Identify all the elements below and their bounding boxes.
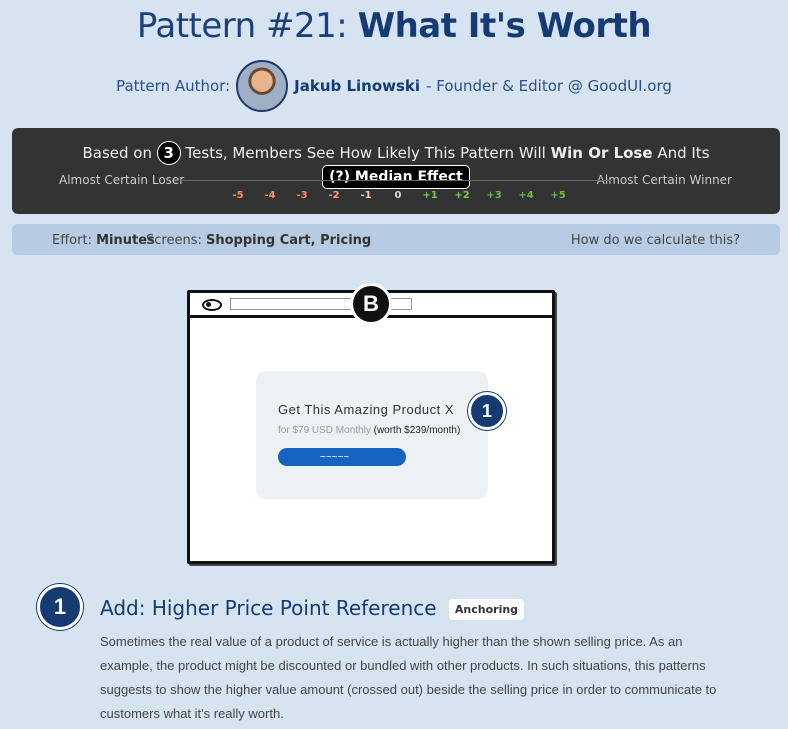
- scale-tick: +1: [422, 190, 438, 201]
- scale-tick: +4: [518, 190, 534, 201]
- scale-tick: 0: [394, 190, 402, 201]
- avatar: [236, 60, 289, 112]
- scale-tick: +2: [454, 190, 470, 201]
- scale-tick: -2: [328, 190, 340, 201]
- product-card: Get This Amazing Product X for $79 USD M…: [256, 371, 488, 499]
- author-label: Pattern Author:: [116, 77, 231, 95]
- effort: Effort: Minutes: [52, 233, 155, 248]
- screens: Screens: Shopping Cart, Pricing: [146, 233, 371, 248]
- scale-tick: +5: [550, 190, 566, 201]
- item-number-badge: 1: [37, 584, 83, 630]
- based-on-text: Based on: [82, 144, 152, 162]
- effort-label: Effort:: [52, 233, 92, 248]
- scale-tick: -3: [296, 190, 308, 201]
- scale-tick: -5: [232, 190, 244, 201]
- median-effect-button[interactable]: (?) Median Effect: [322, 165, 470, 189]
- scale-line: [180, 180, 612, 181]
- tests-count-badge: 3: [156, 141, 181, 165]
- anchoring-tag[interactable]: Anchoring: [448, 599, 525, 620]
- calculate-link[interactable]: How do we calculate this?: [571, 233, 740, 248]
- page-title: Pattern #21: What It's Worth: [0, 6, 788, 46]
- win-lose-text: Win Or Lose: [550, 144, 653, 162]
- scale-tick: +3: [486, 190, 502, 201]
- title-prefix: Pattern #21:: [136, 6, 358, 46]
- scale-tick: -4: [264, 190, 276, 201]
- eye-icon: [202, 299, 222, 311]
- author-role: - Founder & Editor @ GoodUI.org: [426, 77, 672, 95]
- and-its-text: And Its: [657, 144, 710, 162]
- author-name[interactable]: Jakub Linowski: [294, 77, 420, 95]
- variant-badge: B: [350, 283, 392, 325]
- likelihood-panel: Based on 3 Tests, Members See How Likely…: [12, 128, 780, 214]
- item-title-text: Add: Higher Price Point Reference: [100, 596, 437, 620]
- author-row: Pattern Author: Jakub Linowski - Founder…: [0, 60, 788, 112]
- screens-label: Screens:: [146, 233, 202, 248]
- title-name: What It's Worth: [357, 6, 652, 46]
- item-description: Sometimes the real value of a product of…: [100, 634, 717, 721]
- scale-ticks: -5 -4 -3 -2 -1 0 +1 +2 +3 +4 +5: [222, 190, 574, 201]
- item-title: Add: Higher Price Point Reference Anchor…: [100, 596, 525, 620]
- variant-sketch: B Get This Amazing Product X for $79 USD…: [187, 283, 555, 564]
- info-bar: Effort: Minutes Screens: Shopping Cart, …: [12, 224, 780, 255]
- scale-left-label: Almost Certain Loser: [59, 173, 185, 187]
- marker-1: 1: [468, 392, 506, 430]
- buy-button[interactable]: ~~~~~: [278, 448, 406, 466]
- product-title: Get This Amazing Product X: [278, 402, 455, 417]
- price-text: for $79 USD Monthly: [278, 425, 371, 436]
- product-price: for $79 USD Monthly (worth $239/month): [278, 425, 460, 436]
- scale-tick: -1: [360, 190, 372, 201]
- screens-value: Shopping Cart, Pricing: [206, 233, 372, 248]
- worth-text: (worth $239/month): [373, 425, 461, 436]
- button-scribble: ~~~~~: [320, 452, 350, 463]
- scale-right-label: Almost Certain Winner: [596, 173, 732, 187]
- tests-text: Tests, Members See How Likely This Patte…: [185, 144, 546, 162]
